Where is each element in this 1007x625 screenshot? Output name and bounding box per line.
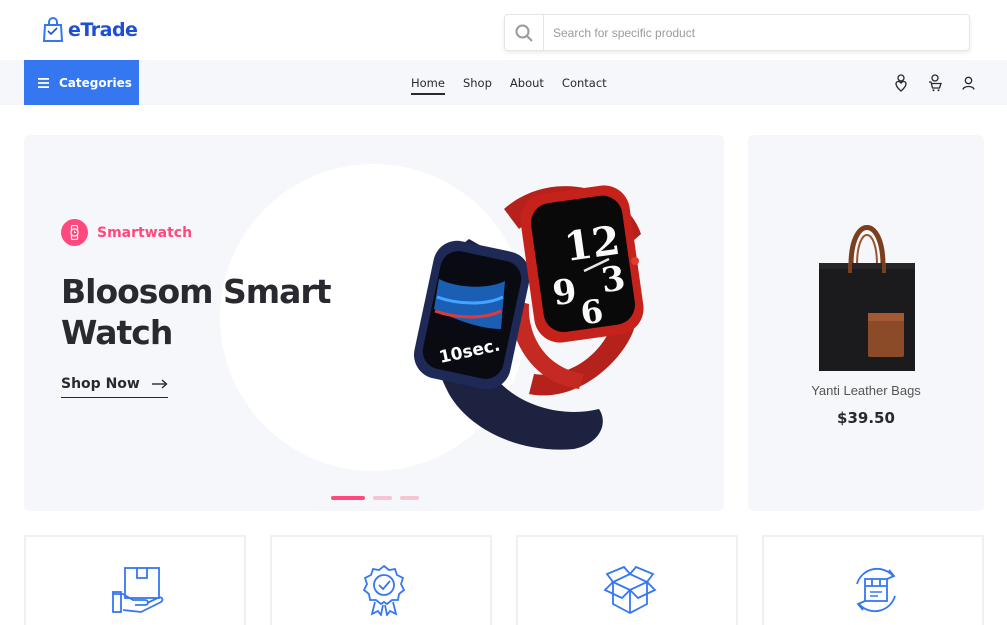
- nav-link-contact[interactable]: Contact: [562, 72, 607, 94]
- shopping-bag-icon: [42, 17, 64, 42]
- slider-dot-1[interactable]: [331, 496, 365, 500]
- nav-link-shop[interactable]: Shop: [463, 72, 492, 94]
- quality-badge-icon: [362, 564, 406, 616]
- delivery-box-icon: [112, 567, 164, 613]
- nav-link-about[interactable]: About: [510, 72, 544, 94]
- return-box-icon: [856, 567, 896, 613]
- slider-dot-3[interactable]: [400, 496, 419, 500]
- smartwatch-image: 10sec. 12 9 3 6: [413, 185, 644, 450]
- shop-now-button[interactable]: Shop Now: [61, 376, 168, 398]
- shop-now-label: Shop Now: [61, 376, 140, 392]
- feature-box-4: [762, 535, 984, 625]
- featured-product-name[interactable]: Yanti Leather Bags: [748, 383, 984, 398]
- nav-links: Home Shop About Contact: [411, 60, 607, 105]
- brand-logo[interactable]: eTrade: [42, 17, 138, 43]
- open-box-icon: [603, 565, 657, 615]
- menu-icon: [38, 77, 49, 88]
- brand-name: eTrade: [68, 19, 138, 41]
- cart-icon[interactable]: [926, 73, 943, 92]
- hero-title: Bloosom Smart Watch: [61, 272, 331, 352]
- slider-dot-2[interactable]: [373, 496, 392, 500]
- categories-button[interactable]: Categories: [24, 60, 139, 105]
- hero-tag: Smartwatch: [61, 219, 192, 246]
- arrow-right-icon: [151, 379, 168, 389]
- categories-label: Categories: [59, 75, 132, 90]
- search-box[interactable]: [504, 14, 970, 51]
- main-navigation: Categories Home Shop About Contact: [0, 60, 1007, 105]
- nav-icons: [892, 60, 977, 105]
- hero-slider: Smartwatch Bloosom Smart Watch Shop Now …: [24, 135, 724, 511]
- wishlist-icon[interactable]: [892, 73, 909, 92]
- search-icon[interactable]: [505, 15, 544, 50]
- user-icon[interactable]: [960, 74, 977, 92]
- feature-box-2: [270, 535, 492, 625]
- slider-dots: [331, 496, 419, 500]
- search-input[interactable]: [544, 15, 969, 50]
- hero-tag-label: Smartwatch: [97, 224, 193, 241]
- featured-product-price: $39.50: [837, 409, 895, 427]
- watch-icon: [61, 219, 88, 246]
- feature-box-3: [516, 535, 738, 625]
- leather-bag-image: [819, 225, 915, 371]
- header: eTrade: [0, 0, 1007, 60]
- nav-link-home[interactable]: Home: [411, 72, 445, 95]
- feature-box-1: [24, 535, 246, 625]
- featured-product-card[interactable]: Yanti Leather Bags $39.50: [748, 135, 984, 511]
